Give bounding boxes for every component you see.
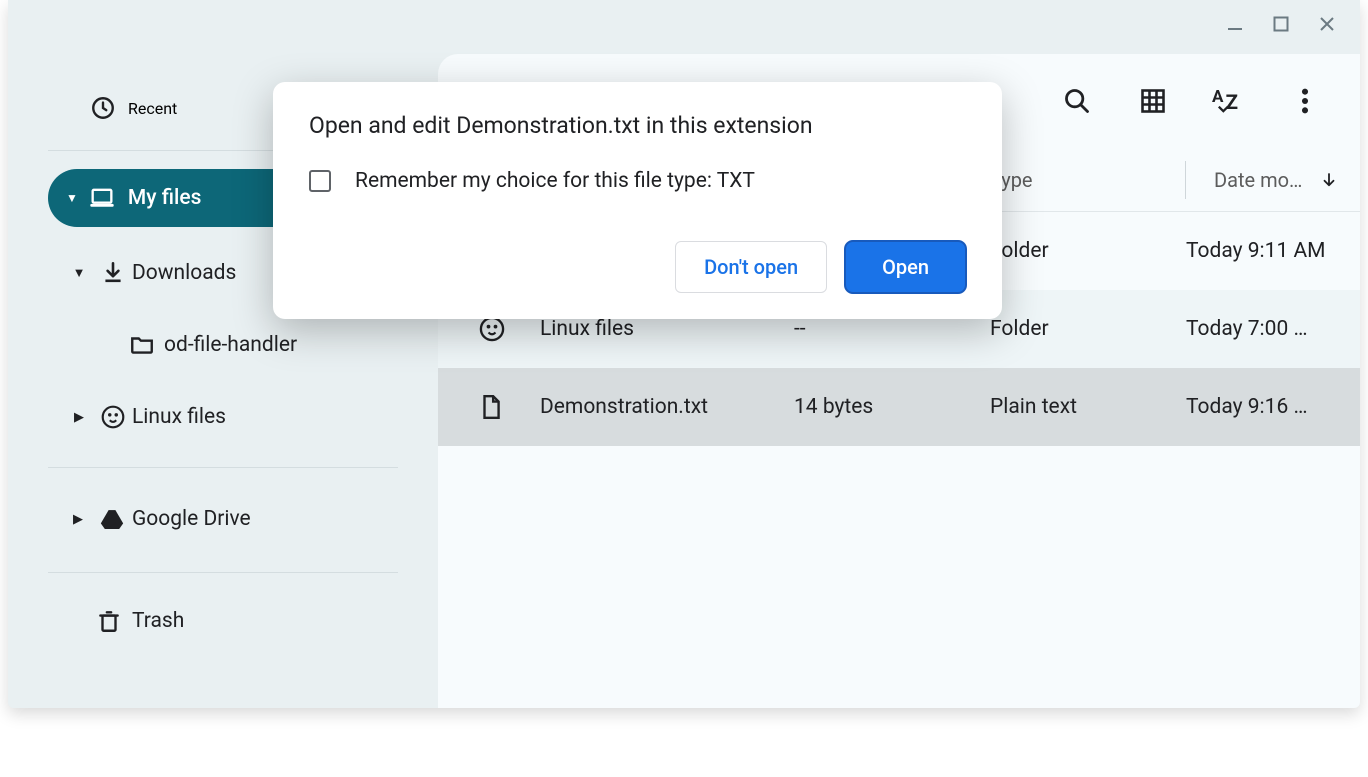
laptop-icon bbox=[88, 184, 116, 212]
grid-view-button[interactable] bbox=[1136, 84, 1170, 118]
file-row-selected[interactable]: Demonstration.txt 14 bytes Plain text To… bbox=[438, 368, 1360, 446]
sidebar-label-my-files: My files bbox=[128, 186, 202, 210]
window-titlebar bbox=[8, 0, 1360, 48]
file-date: Today 9:11 AM bbox=[1186, 239, 1360, 263]
file-size: 14 bytes bbox=[794, 395, 990, 419]
chevron-down-icon: ▼ bbox=[64, 265, 94, 281]
dialog-actions: Don't open Open bbox=[309, 241, 966, 293]
google-drive-icon bbox=[92, 506, 132, 532]
file-size: -- bbox=[794, 317, 990, 341]
more-options-button[interactable] bbox=[1288, 84, 1322, 118]
svg-text:Z: Z bbox=[1226, 90, 1238, 114]
file-type: Folder bbox=[990, 239, 1186, 263]
file-date: Today 9:16 … bbox=[1186, 395, 1360, 419]
sidebar-item-linux-files[interactable]: ▶ Linux files bbox=[64, 381, 438, 453]
sidebar-item-trash[interactable]: Trash bbox=[86, 585, 438, 657]
dialog-title: Open and edit Demonstration.txt in this … bbox=[309, 112, 966, 139]
sidebar-label-recent: Recent bbox=[128, 99, 177, 118]
sidebar-item-google-drive[interactable]: ▶ Google Drive bbox=[64, 480, 438, 558]
file-type: Folder bbox=[990, 317, 1186, 341]
file-date: Today 7:00 … bbox=[1186, 317, 1360, 341]
chevron-down-icon: ▼ bbox=[66, 191, 78, 205]
sidebar-label-downloads: Downloads bbox=[132, 261, 236, 285]
close-button[interactable] bbox=[1304, 4, 1350, 44]
sidebar-label-od-file-handler: od-file-handler bbox=[164, 333, 297, 357]
sidebar-label-linux-files: Linux files bbox=[132, 405, 226, 429]
sort-button[interactable]: AZ bbox=[1212, 84, 1246, 118]
file-type: Plain text bbox=[990, 395, 1186, 419]
remember-choice-checkbox[interactable] bbox=[309, 170, 331, 192]
linux-icon bbox=[94, 404, 132, 430]
clock-icon bbox=[90, 95, 116, 121]
sort-descending-icon bbox=[1320, 171, 1338, 189]
file-name: Demonstration.txt bbox=[540, 395, 794, 419]
svg-text:A: A bbox=[1212, 87, 1224, 107]
open-button[interactable]: Open bbox=[845, 241, 966, 293]
maximize-button[interactable] bbox=[1258, 4, 1304, 44]
trash-icon bbox=[86, 608, 132, 634]
column-date-modified[interactable]: Date mo… bbox=[1186, 168, 1360, 192]
linux-icon bbox=[478, 315, 540, 343]
file-name: Linux files bbox=[540, 317, 794, 341]
remember-choice-row[interactable]: Remember my choice for this file type: T… bbox=[309, 169, 966, 193]
chevron-right-icon: ▶ bbox=[64, 512, 92, 527]
sidebar-label-trash: Trash bbox=[132, 609, 184, 633]
minimize-button[interactable] bbox=[1212, 4, 1258, 44]
column-type[interactable]: Type bbox=[990, 161, 1186, 199]
chevron-right-icon: ▶ bbox=[64, 410, 94, 425]
file-icon bbox=[478, 394, 540, 420]
folder-icon bbox=[120, 332, 164, 358]
remember-choice-label: Remember my choice for this file type: T… bbox=[355, 169, 755, 193]
open-file-dialog: Open and edit Demonstration.txt in this … bbox=[273, 82, 1002, 319]
dont-open-button[interactable]: Don't open bbox=[675, 241, 827, 293]
download-icon bbox=[94, 260, 132, 286]
search-button[interactable] bbox=[1060, 84, 1094, 118]
sidebar-label-google-drive: Google Drive bbox=[132, 507, 251, 531]
sidebar-item-od-file-handler[interactable]: od-file-handler bbox=[120, 309, 438, 381]
